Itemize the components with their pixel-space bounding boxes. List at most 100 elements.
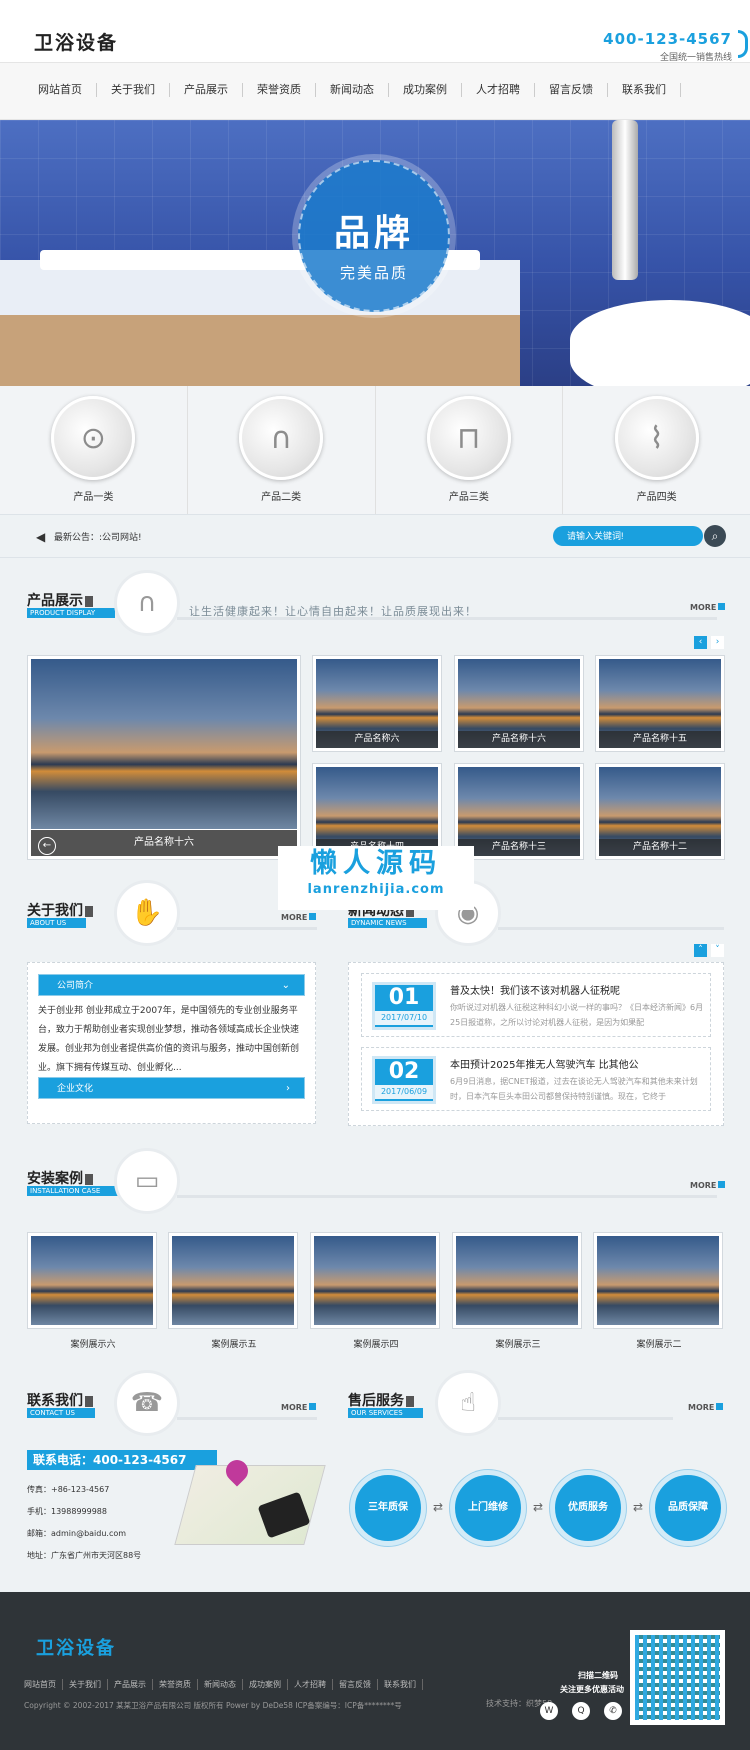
footer-nav-jobs[interactable]: 人才招聘 <box>288 1679 333 1690</box>
scroll-up-icon[interactable]: ˄ <box>694 944 707 957</box>
wechat-icon[interactable]: ✆ <box>604 1702 622 1720</box>
cases-more-link[interactable]: MORE <box>690 1181 726 1190</box>
phone-icon: ☎ <box>114 1370 180 1436</box>
qr-code <box>630 1630 725 1725</box>
case-caption: 案例展示五 <box>211 1340 257 1350</box>
service-warranty[interactable]: 三年质保 <box>350 1470 426 1546</box>
banner-badge: 品牌 完美品质 <box>298 160 450 312</box>
install-icon: ▭ <box>114 1148 180 1214</box>
footer: 卫浴设备 网站首页 关于我们 产品展示 荣誉资质 新闻动态 成功案例 人才招聘 … <box>0 1592 750 1750</box>
announcement-text: 最新公告：:公司网站! <box>54 530 142 543</box>
header: 卫浴设备 400-123-4567 全国统一销售热线 <box>0 0 750 63</box>
nav-cases[interactable]: 成功案例 <box>389 83 462 97</box>
category-1[interactable]: ⊙ 产品一类 <box>0 386 188 514</box>
qr-sublabel: 关注更多优惠活动 <box>560 1685 624 1694</box>
contact-email[interactable]: 邮箱：admin@baidu.com <box>27 1528 126 1539</box>
news-en-title: DYNAMIC NEWS <box>348 918 427 928</box>
hotline: 400-123-4567 全国统一销售热线 <box>603 30 732 63</box>
products-title: 产品展示 <box>27 590 93 610</box>
footer-copyright: Copyright © 2002-2017 某某卫浴产品有限公司 版权所有 Po… <box>24 1701 402 1710</box>
news-title[interactable]: 普及太快！我们该不该对机器人征税呢 <box>450 982 620 997</box>
case-item[interactable]: 案例展示二 <box>593 1232 725 1350</box>
case-caption: 案例展示二 <box>636 1340 682 1350</box>
category-4[interactable]: ⌇ 产品四类 <box>563 386 750 514</box>
case-item[interactable]: 案例展示三 <box>452 1232 584 1350</box>
nav-about[interactable]: 关于我们 <box>97 83 170 97</box>
footer-nav-about[interactable]: 关于我们 <box>63 1679 108 1690</box>
category-3[interactable]: ⊓ 产品三类 <box>376 386 564 514</box>
nav-jobs[interactable]: 人才招聘 <box>462 83 535 97</box>
news-item[interactable]: 02 2017/06/09 本田预计2025年推无人驾驶汽车 比其他公 6月9日消… <box>361 1047 711 1111</box>
search-input[interactable] <box>553 526 703 546</box>
footer-nav-honors[interactable]: 荣誉资质 <box>153 1679 198 1690</box>
contact-more-link[interactable]: MORE <box>281 1403 317 1412</box>
banner-counter-base <box>0 315 520 386</box>
case-caption: 案例展示四 <box>353 1340 399 1350</box>
banner-subtitle: 完美品质 <box>339 264 408 282</box>
product-caption: 产品名称六 <box>316 731 438 748</box>
case-item[interactable]: 案例展示四 <box>310 1232 442 1350</box>
speaker-icon: ◀ <box>36 530 46 544</box>
about-tab-culture[interactable]: 企业文化 › <box>38 1077 305 1099</box>
divider <box>177 1195 717 1198</box>
nav-feedback[interactable]: 留言反馈 <box>535 83 608 97</box>
scroll-down-icon[interactable]: ˅ <box>711 944 724 957</box>
case-image <box>172 1236 294 1325</box>
footer-nav-home[interactable]: 网站首页 <box>24 1679 63 1690</box>
cases-header: 安装案例 INSTALLATION CASE ▭ MORE <box>27 1148 727 1214</box>
nav-products[interactable]: 产品展示 <box>170 83 243 97</box>
news-item[interactable]: 01 2017/07/10 普及太快！我们该不该对机器人征税呢 你听说过对机器人征… <box>361 973 711 1037</box>
category-2[interactable]: ∩ 产品二类 <box>188 386 376 514</box>
featured-product[interactable]: 产品名称十六 ← <box>27 655 301 860</box>
news-date: 01 2017/07/10 <box>372 982 436 1030</box>
shuffle-icon: ⇄ <box>633 1500 644 1514</box>
service-quality[interactable]: 优质服务 <box>550 1470 626 1546</box>
case-caption: 案例展示六 <box>70 1340 116 1350</box>
footer-nav: 网站首页 关于我们 产品展示 荣誉资质 新闻动态 成功案例 人才招聘 留言反馈 … <box>24 1679 423 1690</box>
about-more-link[interactable]: MORE <box>281 913 317 922</box>
product-caption: 产品名称十二 <box>599 839 721 856</box>
case-item[interactable]: 案例展示五 <box>168 1232 300 1350</box>
footer-nav-products[interactable]: 产品展示 <box>108 1679 153 1690</box>
service-more-link[interactable]: MORE <box>688 1403 724 1412</box>
footer-logo[interactable]: 卫浴设备 <box>36 1634 116 1660</box>
arrow-left-icon[interactable]: ← <box>38 837 56 855</box>
weibo-icon[interactable]: W <box>540 1702 558 1720</box>
kitchen-sink-icon: ⊓ <box>426 396 511 480</box>
news-title[interactable]: 本田预计2025年推无人驾驶汽车 比其他公 <box>450 1056 639 1071</box>
divider <box>177 927 317 930</box>
nav-contact[interactable]: 联系我们 <box>608 83 681 97</box>
search-icon[interactable]: ⌕ <box>704 525 726 547</box>
banner-bathtub <box>570 300 750 386</box>
cases-title: 安装案例 <box>27 1168 93 1188</box>
news-date: 02 2017/06/09 <box>372 1056 436 1104</box>
watermark-cn: 懒人源码 <box>310 848 442 879</box>
service-guarantee[interactable]: 品质保障 <box>650 1470 726 1546</box>
product-thumb[interactable]: 产品名称六 <box>312 655 442 752</box>
case-item[interactable]: 案例展示六 <box>27 1232 159 1350</box>
prev-arrow-icon[interactable]: ‹ <box>694 636 707 649</box>
product-thumb[interactable]: 产品名称十五 <box>595 655 725 752</box>
nav-home[interactable]: 网站首页 <box>24 83 97 97</box>
chevron-down-icon: ⌄ <box>281 980 290 991</box>
nav-honors[interactable]: 荣誉资质 <box>243 83 316 97</box>
about-title: 关于我们 <box>27 900 93 920</box>
footer-nav-cases[interactable]: 成功案例 <box>243 1679 288 1690</box>
divider <box>498 1417 673 1420</box>
shuffle-icon: ⇄ <box>433 1500 444 1514</box>
qq-icon[interactable]: Q <box>572 1702 590 1720</box>
footer-nav-news[interactable]: 新闻动态 <box>198 1679 243 1690</box>
site-logo[interactable]: 卫浴设备 <box>34 28 118 55</box>
category-label: 产品一类 <box>73 492 114 503</box>
nav-news[interactable]: 新闻动态 <box>316 83 389 97</box>
products-more-link[interactable]: MORE <box>690 603 726 612</box>
product-thumb[interactable]: 产品名称十二 <box>595 763 725 860</box>
service-onsite-repair[interactable]: 上门维修 <box>450 1470 526 1546</box>
next-arrow-icon[interactable]: › <box>711 636 724 649</box>
footer-nav-contact[interactable]: 联系我们 <box>378 1679 423 1690</box>
announcement-content[interactable]: :公司网站! <box>99 533 142 543</box>
product-thumb[interactable]: 产品名称十六 <box>454 655 584 752</box>
footer-nav-feedback[interactable]: 留言反馈 <box>333 1679 378 1690</box>
about-text: 关于创业邦 创业邦成立于2007年，是中国领先的专业创业服务平台，致力于帮助创业… <box>38 1006 300 1073</box>
about-tab-intro[interactable]: 公司简介 ⌄ <box>38 974 305 996</box>
